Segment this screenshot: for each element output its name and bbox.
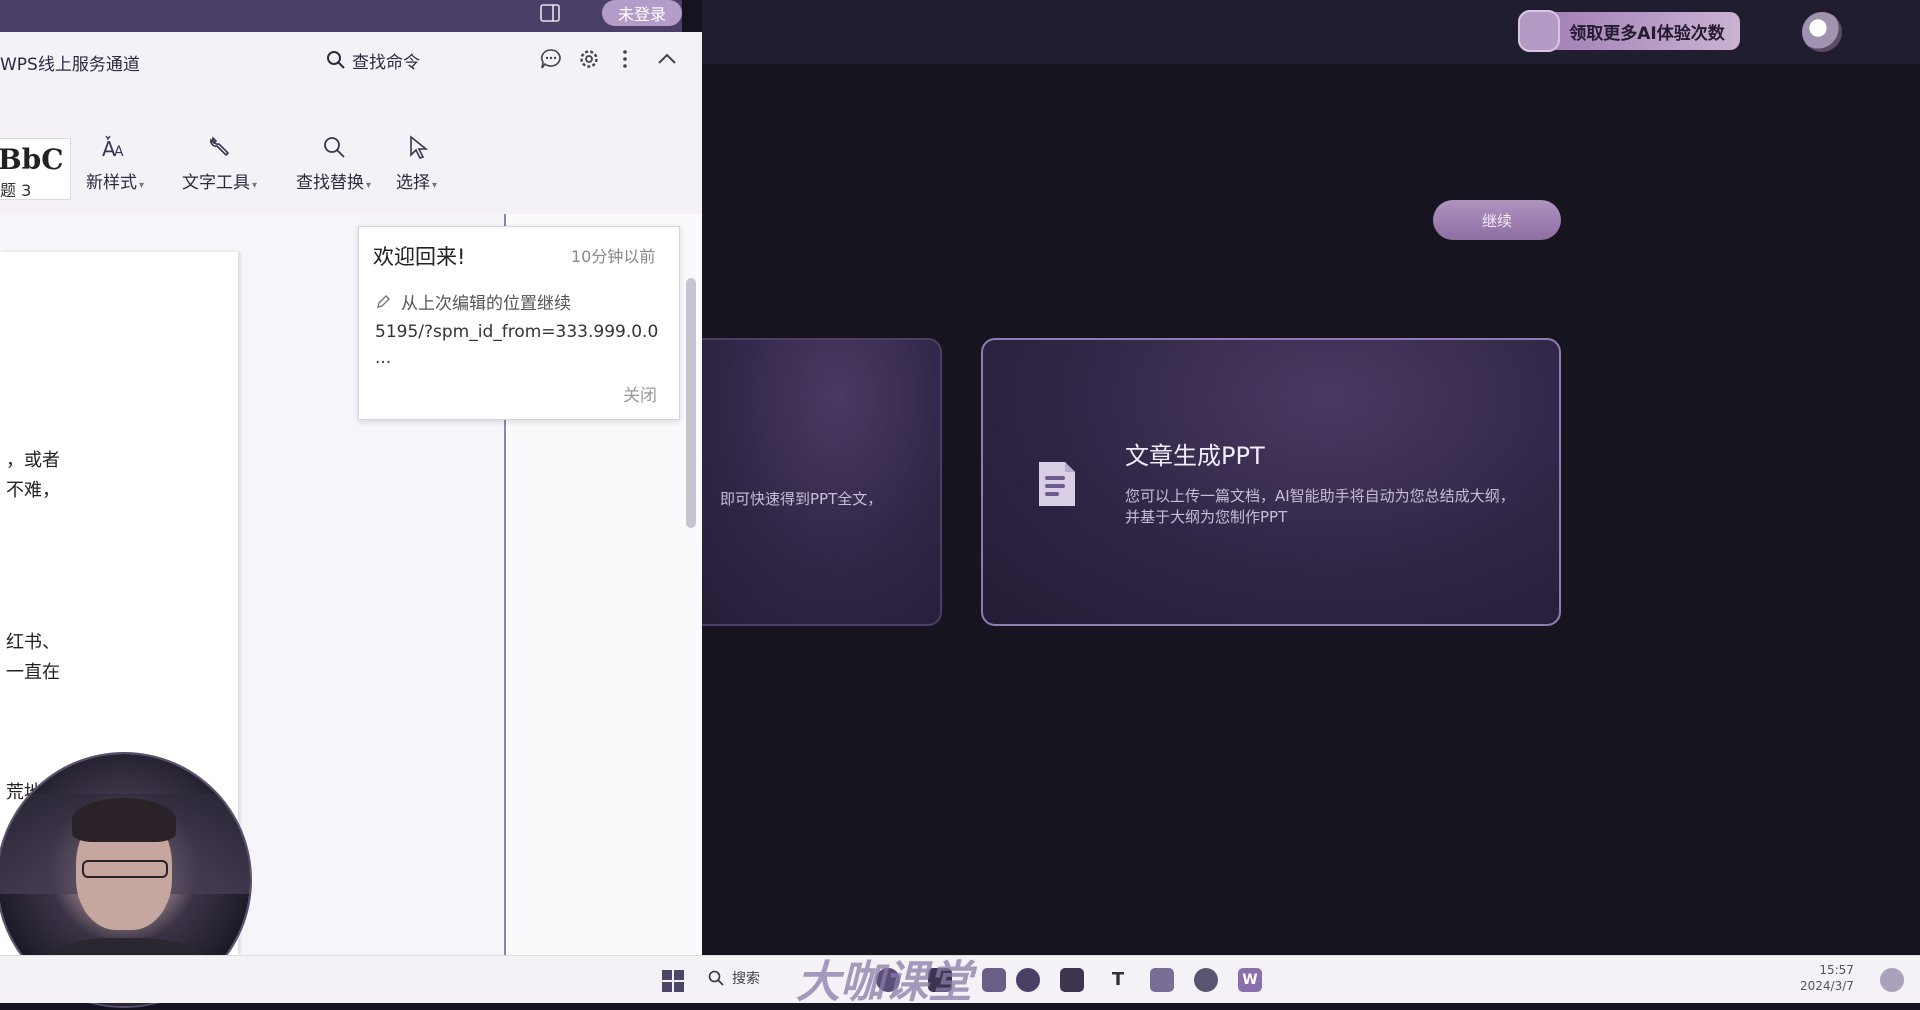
wps-ribbon: BbC 题 3 A A 新样式 文字工具 查找替换 <box>0 88 702 215</box>
watermark-logo: 大咖课堂 <box>796 957 972 1008</box>
search-icon <box>708 970 724 986</box>
new-style-label: 新样式 <box>86 168 144 193</box>
style-sample: BbC <box>0 143 64 176</box>
more-icon[interactable] <box>620 48 630 70</box>
card-title: 文章生成PPT <box>1125 442 1265 470</box>
resume-editing-link[interactable]: 从上次编辑的位置继续 <box>375 289 571 314</box>
chat-icon[interactable] <box>540 48 562 70</box>
cursor-icon <box>409 135 428 159</box>
presenter-hair <box>72 798 176 842</box>
continue-button[interactable]: 继续 <box>1433 200 1561 240</box>
welcome-close-button[interactable]: 关闭 <box>623 381 657 406</box>
last-position-url: 5195/?spm_id_from=333.999.0.0 ... <box>375 322 659 368</box>
find-command-label: 查找命令 <box>352 52 420 73</box>
text-tool-button[interactable]: 文字工具 <box>182 134 257 193</box>
briefcase-icon[interactable] <box>1060 968 1084 992</box>
taskbar-search[interactable]: 搜索 <box>708 968 760 988</box>
notes-icon[interactable] <box>1150 968 1174 992</box>
windows-start-icon[interactable] <box>662 970 684 992</box>
service-channel-link[interactable]: WPS线上服务通道 <box>0 50 140 75</box>
taskbar-clock[interactable]: 15:57 2024/3/7 <box>1800 962 1854 994</box>
style-gallery-item[interactable]: BbC 题 3 <box>0 138 71 200</box>
doc-text-line: 不难， <box>6 480 60 501</box>
wps-titlebar: 未登录 <box>0 0 682 32</box>
wps-icon[interactable]: W <box>1238 968 1262 992</box>
browser-icon[interactable] <box>1194 968 1218 992</box>
svg-text:A: A <box>114 144 124 160</box>
find-replace-button[interactable]: 查找替换 <box>296 134 371 193</box>
card-description: 您可以上传一篇文档，AI智能助手将自动为您总结成大纲，并基于大纲为您制作PPT <box>1125 487 1515 526</box>
search-icon <box>327 51 345 69</box>
chevron-up-icon[interactable] <box>656 48 678 70</box>
clock-time: 15:57 <box>1819 963 1854 977</box>
search-icon <box>323 137 345 158</box>
login-button[interactable]: 未登录 <box>602 0 682 26</box>
feature-card-partial[interactable]: 即可快速得到PPT全文， <box>682 338 942 626</box>
ai-ppt-app: 领取更多AI体验次数 继续 即可快速得到PPT全文， 文章生成PPT 您可以上传… <box>682 0 1920 955</box>
style-name: 题 3 <box>0 181 32 200</box>
gear-icon[interactable] <box>578 48 600 70</box>
welcome-back-popup: 欢迎回来! 10分钟以前 从上次编辑的位置继续 5195/?spm_id_fro… <box>358 226 680 420</box>
article-to-ppt-card[interactable]: 文章生成PPT 您可以上传一篇文档，AI智能助手将自动为您总结成大纲，并基于大纲… <box>981 338 1561 626</box>
notification-icon[interactable] <box>1880 968 1904 992</box>
select-label: 选择 <box>396 168 437 193</box>
scrollbar-thumb[interactable] <box>686 278 696 528</box>
text-app-icon[interactable]: T <box>1106 968 1130 992</box>
app-icon[interactable] <box>1016 968 1040 992</box>
ai-credits-banner-label: 领取更多AI体验次数 <box>1569 23 1725 44</box>
welcome-timestamp: 10分钟以前 <box>571 247 656 266</box>
ai-topbar: 领取更多AI体验次数 <box>702 0 1920 64</box>
wrench-icon <box>209 136 229 157</box>
app-icon[interactable] <box>982 968 1006 992</box>
new-style-icon: A A <box>102 135 124 160</box>
resume-editing-label: 从上次编辑的位置继续 <box>401 294 571 314</box>
doc-text-line: 红书、 <box>6 632 60 653</box>
find-replace-label: 查找替换 <box>296 168 371 193</box>
presenter-glasses <box>82 860 168 878</box>
text-tool-label: 文字工具 <box>182 168 257 193</box>
mascot-icon <box>1518 10 1560 52</box>
doc-text-line: 一直在 <box>6 662 60 683</box>
ai-credits-banner[interactable]: 领取更多AI体验次数 <box>1518 10 1740 52</box>
feature-card-partial-text: 即可快速得到PPT全文， <box>720 490 883 508</box>
taskbar-search-label: 搜索 <box>732 971 760 987</box>
user-avatar[interactable] <box>1802 12 1842 52</box>
pencil-icon <box>377 294 390 308</box>
clock-date: 2024/3/7 <box>1800 979 1854 993</box>
scrollbar[interactable] <box>680 228 698 568</box>
select-button[interactable]: 选择 <box>396 134 437 193</box>
new-style-button[interactable]: A A 新样式 <box>86 134 144 193</box>
wps-top-toolbar: WPS线上服务通道 查找命令 <box>0 32 702 89</box>
document-icon <box>1039 462 1075 506</box>
doc-text-line: ，或者 <box>6 450 60 471</box>
welcome-title: 欢迎回来! <box>373 245 466 269</box>
find-command-button[interactable]: 查找命令 <box>326 46 420 74</box>
window-layout-icon[interactable] <box>540 4 560 22</box>
